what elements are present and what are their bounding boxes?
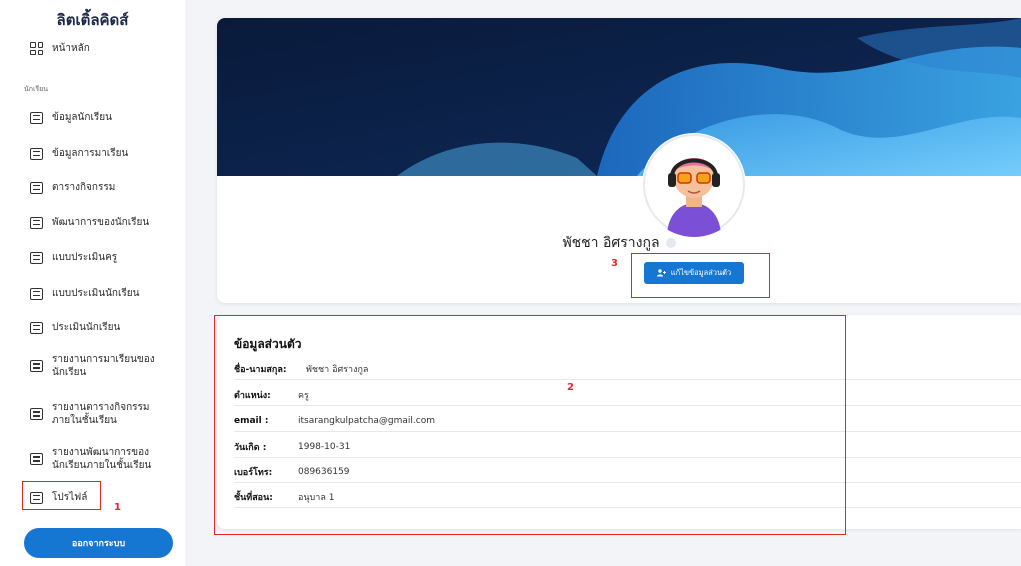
- sidebar-item-activity-schedule[interactable]: ตารางกิจกรรม: [30, 181, 115, 194]
- list-icon: [30, 287, 43, 300]
- sidebar-item-evaluate-student[interactable]: ประเมินนักเรียน: [30, 321, 120, 334]
- list-icon: [30, 216, 43, 229]
- profile-name-text: พัชชา อิศรางกูล: [562, 235, 660, 251]
- annotation-box-info: [214, 315, 846, 535]
- list-icon: [30, 321, 43, 334]
- annotation-number-1: 1: [114, 502, 121, 513]
- annotation-number-3: 3: [611, 258, 618, 269]
- sidebar-item-label: แบบประเมินครู: [52, 252, 118, 263]
- sidebar-section-label: นักเรียน: [24, 85, 49, 93]
- annotation-box-edit: [631, 253, 770, 298]
- list-icon: [30, 251, 43, 264]
- brand-title: ลิตเติ้ลคิดส์: [56, 11, 129, 29]
- list-icon: [30, 408, 43, 420]
- sidebar-item-label: รายงานตารางกิจกรรมภายในชั้นเรียน: [52, 402, 150, 426]
- dashboard-icon: [30, 42, 43, 55]
- sidebar-item-attendance[interactable]: ข้อมูลการมาเรียน: [30, 147, 128, 160]
- sidebar-item-label: แบบประเมินนักเรียน: [52, 288, 140, 299]
- sidebar-item-label: ตารางกิจกรรม: [52, 182, 116, 193]
- sidebar-item-development-report[interactable]: รายงานพัฒนาการของนักเรียนภายในชั้นเรียน: [30, 446, 155, 472]
- list-icon: [30, 360, 43, 372]
- sidebar-item-home[interactable]: หน้าหลัก: [30, 42, 90, 55]
- profile-banner: [217, 18, 1021, 176]
- list-icon: [30, 453, 43, 465]
- list-icon: [30, 111, 43, 124]
- sidebar-item-development[interactable]: พัฒนาการของนักเรียน: [30, 216, 149, 229]
- list-icon: [30, 147, 43, 160]
- sidebar-item-activity-report[interactable]: รายงานตารางกิจกรรมภายในชั้นเรียน: [30, 401, 170, 427]
- sidebar-item-label: พัฒนาการของนักเรียน: [52, 217, 150, 228]
- sidebar-item-student-info[interactable]: ข้อมูลนักเรียน: [30, 111, 112, 124]
- profile-card: พัชชา อิศรางกูล แก้ไขข้อมูลส่วนตัว: [217, 18, 1021, 303]
- status-dot-icon: [665, 238, 676, 248]
- annotation-box-profile: [22, 481, 101, 510]
- avatar: [642, 133, 746, 237]
- list-icon: [30, 181, 43, 194]
- sidebar-item-label: หน้าหลัก: [52, 43, 90, 54]
- profile-name: พัชชา อิศรางกูล: [217, 232, 1021, 254]
- sidebar-item-label: รายงานพัฒนาการของนักเรียนภายในชั้นเรียน: [52, 447, 152, 471]
- sidebar-item-label: รายงานการมาเรียนของนักเรียน: [52, 354, 155, 378]
- sidebar-item-attendance-report[interactable]: รายงานการมาเรียนของนักเรียน: [30, 353, 155, 379]
- logout-button[interactable]: ออกจากระบบ: [24, 528, 173, 558]
- sidebar-item-label: ข้อมูลนักเรียน: [52, 112, 112, 123]
- sidebar-item-teacher-evaluation[interactable]: แบบประเมินครู: [30, 251, 117, 264]
- sidebar-item-label: ประเมินนักเรียน: [52, 322, 121, 333]
- sidebar-item-student-evaluation-form[interactable]: แบบประเมินนักเรียน: [30, 287, 139, 300]
- annotation-number-2: 2: [567, 382, 574, 393]
- sidebar-item-label: ข้อมูลการมาเรียน: [52, 148, 129, 159]
